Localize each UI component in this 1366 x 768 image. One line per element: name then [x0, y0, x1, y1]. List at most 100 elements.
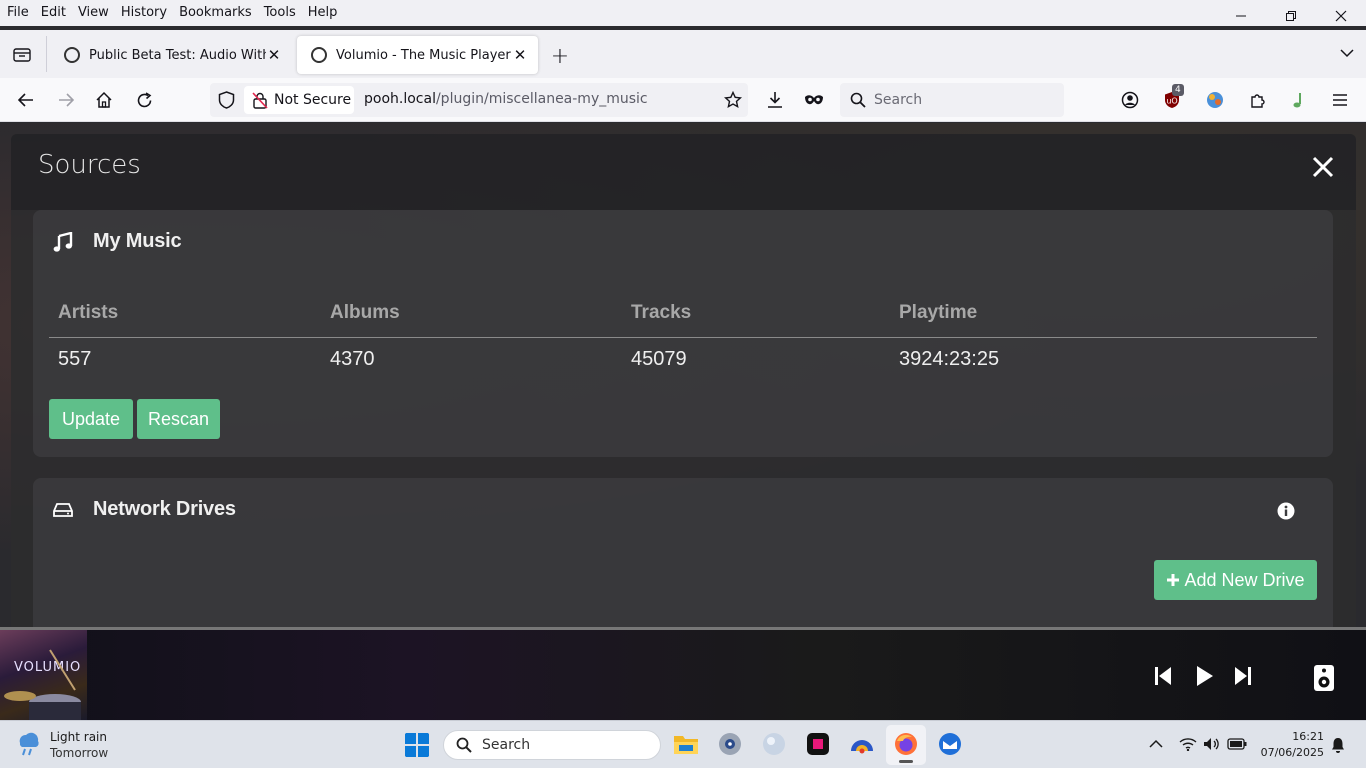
search-icon [850, 92, 866, 108]
new-tab-button[interactable]: + [548, 44, 572, 69]
add-new-drive-button[interactable]: Add New Drive [1154, 560, 1317, 600]
app-colorful-icon[interactable] [849, 731, 875, 757]
url-bar[interactable]: Not Secure pooh.local/plugin/miscellanea… [210, 83, 748, 117]
close-icon[interactable] [1310, 154, 1336, 180]
player-bar: VOLUMIO [0, 630, 1366, 720]
app-pink-square-icon[interactable] [805, 731, 831, 757]
ublock-extension-button[interactable]: uO 4 [1160, 84, 1184, 112]
value-albums: 4370 [330, 348, 375, 370]
update-button[interactable]: Update [49, 399, 133, 439]
menu-view[interactable]: View [72, 2, 115, 24]
firefox-view-button[interactable] [10, 42, 34, 66]
thunderbird-icon[interactable] [937, 731, 963, 757]
reload-icon [137, 91, 151, 107]
globe-extension-icon [1207, 92, 1223, 108]
wifi-icon[interactable] [1179, 737, 1197, 751]
tab-favicon-icon [311, 47, 327, 63]
network-drives-title: Network Drives [93, 498, 236, 520]
stats-value-row: 557 4370 45079 3924:23:25 [49, 338, 1317, 384]
private-mask-button[interactable] [802, 88, 826, 112]
tab-title: Public Beta Test: Audio Without [89, 47, 266, 63]
menu-help[interactable]: Help [302, 2, 344, 24]
windows-start-icon[interactable] [404, 732, 430, 758]
file-explorer-icon[interactable] [673, 731, 699, 757]
tab-close-icon[interactable]: ✕ [512, 46, 528, 64]
previous-track-icon[interactable] [1151, 664, 1175, 688]
plus-icon [1167, 574, 1180, 586]
network-drives-card: Network Drives Add New Drive [33, 478, 1333, 628]
music-note-icon [1293, 93, 1301, 108]
bookmark-star-icon[interactable] [723, 90, 743, 113]
forward-button[interactable] [54, 88, 78, 112]
battery-icon[interactable] [1227, 738, 1247, 750]
play-icon[interactable] [1192, 664, 1216, 688]
clock-date: 07/06/2025 [1260, 746, 1324, 759]
home-button[interactable] [92, 88, 116, 112]
back-button[interactable] [14, 88, 38, 112]
system-clock[interactable]: 16:21 07/06/2025 [1261, 729, 1324, 761]
close-window-button[interactable] [1316, 0, 1366, 32]
list-all-tabs-button[interactable] [1340, 46, 1354, 62]
tab-volumio[interactable]: Volumio - The Music Player ✕ [297, 36, 538, 74]
my-music-card: My Music Artists Albums Tracks Playtime … [33, 210, 1333, 457]
menu-tools[interactable]: Tools [258, 2, 302, 24]
url-text[interactable]: pooh.local/plugin/miscellanea-my_music [364, 91, 648, 107]
modal-title: Sources [38, 150, 141, 180]
menu-edit[interactable]: Edit [35, 2, 72, 24]
speaker-icon[interactable] [1313, 664, 1335, 692]
tab-public-beta[interactable]: Public Beta Test: Audio Without ✕ [50, 36, 292, 74]
windows-taskbar: Light rain Tomorrow Search 16:21 07/06/2… [0, 720, 1366, 768]
weather-subtitle: Tomorrow [50, 746, 109, 760]
notification-bell-icon[interactable] [1331, 737, 1345, 753]
minimize-button[interactable] [1216, 0, 1266, 32]
firefox-icon [895, 733, 917, 755]
web-search-input[interactable]: Search [840, 83, 1064, 117]
reload-button[interactable] [132, 88, 156, 112]
not-secure-label: Not Secure [274, 92, 352, 108]
music-extension-button[interactable] [1287, 88, 1311, 112]
chevron-up-icon[interactable] [1149, 739, 1163, 749]
active-indicator [899, 760, 913, 763]
extension-button[interactable] [1203, 88, 1227, 112]
library-stats-table: Artists Albums Tracks Playtime 557 4370 … [49, 288, 1317, 384]
chevron-down-icon [1340, 49, 1354, 58]
modal-header: Sources [11, 134, 1356, 210]
volume-icon[interactable] [1203, 737, 1221, 751]
value-artists: 557 [58, 348, 92, 370]
firefox-taskbar-active[interactable] [886, 725, 926, 765]
insecure-lock-icon [252, 91, 268, 109]
restore-button[interactable] [1266, 0, 1316, 32]
menu-history[interactable]: History [115, 2, 173, 24]
url-path: /plugin/miscellanea-my_music [435, 91, 648, 107]
search-icon [456, 737, 472, 753]
app-menu-button[interactable] [1328, 88, 1352, 112]
extensions-button[interactable] [1246, 88, 1270, 112]
menu-file[interactable]: File [0, 2, 35, 24]
sources-modal: Sources My Music Artists Albums Tracks P… [11, 134, 1356, 628]
tracking-protection-icon[interactable] [218, 91, 235, 113]
media-player-icon[interactable] [717, 731, 743, 757]
drum-art-icon [4, 649, 81, 720]
rescan-button[interactable]: Rescan [137, 399, 220, 439]
app-sphere-icon[interactable] [761, 731, 787, 757]
restore-icon [1286, 11, 1296, 21]
rain-cloud-icon [19, 732, 39, 756]
svg-text:uO: uO [1166, 97, 1177, 106]
taskbar-search-input[interactable]: Search [443, 730, 661, 760]
album-art[interactable]: VOLUMIO [0, 630, 87, 720]
tab-close-icon[interactable]: ✕ [266, 46, 282, 64]
menu-bookmarks[interactable]: Bookmarks [173, 2, 258, 24]
weather-title: Light rain [50, 730, 107, 744]
header-albums: Albums [330, 302, 400, 323]
downloads-button[interactable] [763, 88, 787, 112]
weather-widget[interactable]: Light rain Tomorrow [16, 729, 108, 761]
header-artists: Artists [58, 302, 119, 323]
next-track-icon[interactable] [1231, 664, 1255, 688]
account-button[interactable] [1118, 88, 1142, 112]
menu-bar: File Edit View History Bookmarks Tools H… [0, 0, 1366, 26]
download-icon [768, 92, 782, 108]
info-icon[interactable] [1277, 502, 1295, 520]
not-secure-badge[interactable]: Not Secure [244, 86, 354, 114]
account-icon [1121, 91, 1139, 109]
add-new-drive-label: Add New Drive [1184, 569, 1305, 590]
